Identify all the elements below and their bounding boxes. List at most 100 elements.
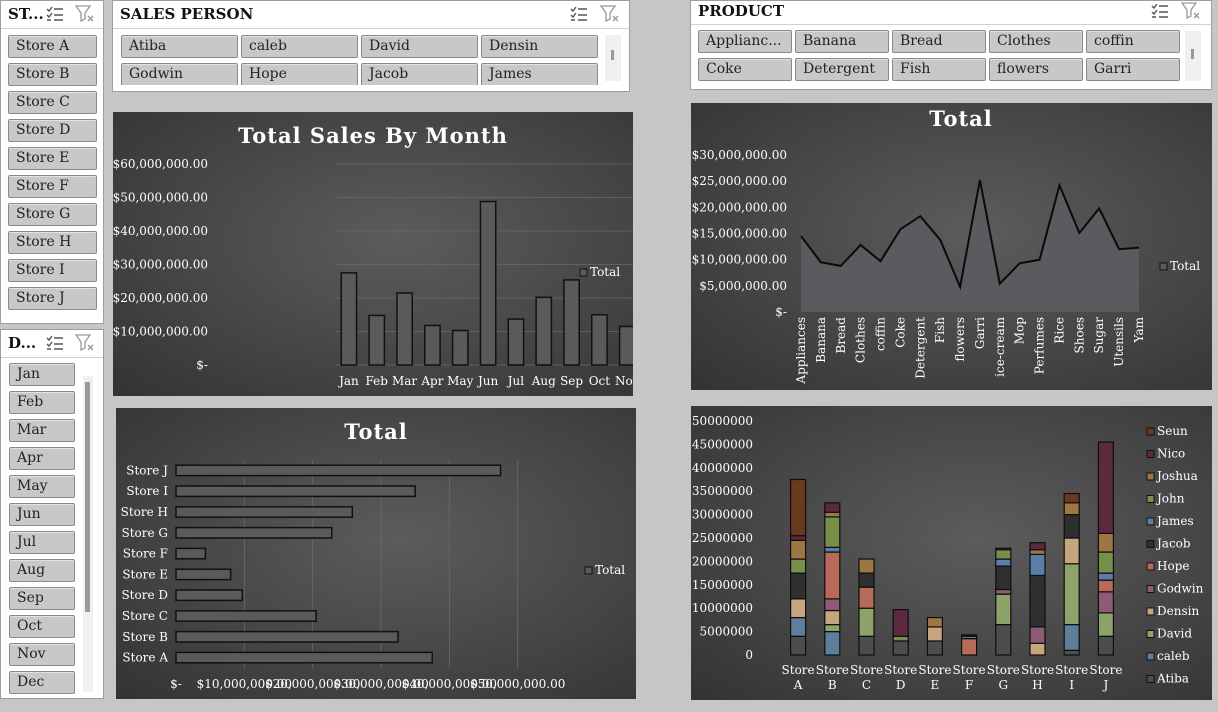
slicer-item-store-d[interactable]: Store D bbox=[8, 119, 97, 142]
slicer-item-oct[interactable]: Oct bbox=[9, 615, 75, 638]
slicer-item-jacob[interactable]: Jacob bbox=[361, 63, 478, 85]
x-tick-label: coffin bbox=[874, 317, 888, 351]
multi-select-icon[interactable] bbox=[45, 5, 65, 23]
store-salesperson-stacked-chart[interactable]: 0 5000000 10000000 15000000 20000000 25000000… bbox=[691, 406, 1212, 700]
x-tick-label: ice-cream bbox=[993, 316, 1007, 376]
slicer-item-james[interactable]: James bbox=[481, 63, 598, 85]
slicer-item-store-e[interactable]: Store E bbox=[8, 147, 97, 170]
stack-segment-densin-store-h bbox=[1029, 642, 1046, 656]
legend-label: John bbox=[1155, 492, 1185, 506]
store-slicer-header: ST... bbox=[1, 1, 103, 29]
clear-filter-icon[interactable] bbox=[1181, 2, 1201, 20]
date-slicer-title: D... bbox=[8, 334, 37, 352]
bar-store-f bbox=[175, 547, 207, 560]
slicer-item-jan[interactable]: Jan bbox=[9, 363, 75, 386]
date-slicer-scrollbar[interactable] bbox=[83, 376, 93, 692]
y-tick-label: $30,000,000.00 bbox=[692, 148, 787, 162]
bar-oct bbox=[591, 314, 608, 366]
legend-label: David bbox=[1157, 627, 1192, 641]
slicer-item-applianc[interactable]: Applianc... bbox=[698, 30, 792, 53]
stack-segment-hope-store-b bbox=[824, 551, 841, 600]
product-slicer-header: PRODUCT bbox=[691, 1, 1211, 25]
slicer-item-david[interactable]: David bbox=[361, 35, 478, 58]
product-scrollbar[interactable] bbox=[1185, 31, 1201, 81]
scrollbar-thumb[interactable] bbox=[611, 50, 614, 60]
slicer-item-fish[interactable]: Fish bbox=[892, 58, 986, 81]
slicer-item-store-f[interactable]: Store F bbox=[8, 175, 97, 198]
slicer-item-jun[interactable]: Jun bbox=[9, 503, 75, 526]
clear-filter-icon[interactable] bbox=[75, 5, 95, 23]
x-tick-label: Store bbox=[1089, 663, 1122, 677]
slicer-item-sep[interactable]: Sep bbox=[9, 587, 75, 610]
stack-segment-atiba-store-a bbox=[789, 635, 807, 656]
y-tick-label: Store B bbox=[122, 630, 168, 644]
slicer-item-store-b[interactable]: Store B bbox=[8, 63, 97, 86]
slicer-item-store-h[interactable]: Store H bbox=[8, 231, 97, 254]
y-tick-label: Store A bbox=[122, 651, 168, 665]
x-tick-label: Perfumes bbox=[1033, 317, 1047, 374]
slicer-item-densin[interactable]: Densin bbox=[481, 35, 598, 58]
stack-segment-densin-store-b bbox=[824, 609, 841, 626]
slicer-item-clothes[interactable]: Clothes bbox=[989, 30, 1083, 53]
scrollbar-thumb[interactable] bbox=[85, 382, 90, 612]
bar-store-d bbox=[175, 589, 244, 602]
x-tick-label: Mar bbox=[392, 374, 417, 388]
y-tick-label: $25,000,000.00 bbox=[692, 174, 787, 188]
slicer-item-bread[interactable]: Bread bbox=[892, 30, 986, 53]
slicer-item-nov[interactable]: Nov bbox=[9, 643, 75, 666]
scrollbar-thumb[interactable] bbox=[1191, 49, 1194, 59]
slicer-item-garri[interactable]: Garri bbox=[1086, 58, 1180, 81]
y-tick-label: 40000000 bbox=[692, 461, 753, 475]
multi-select-icon[interactable] bbox=[45, 334, 65, 352]
legend-swatch bbox=[1146, 652, 1155, 661]
slicer-item-dec[interactable]: Dec bbox=[9, 671, 75, 694]
y-tick-label: $50,000,000.00 bbox=[113, 191, 208, 205]
slicer-item-godwin[interactable]: Godwin bbox=[121, 63, 238, 85]
slicer-item-coke[interactable]: Coke bbox=[698, 58, 792, 81]
legend-swatch bbox=[1146, 630, 1155, 638]
bar-sep bbox=[563, 279, 580, 366]
stack-segment-joshua-store-i bbox=[1063, 502, 1080, 516]
stack-segment-david-store-g bbox=[995, 593, 1012, 626]
x-tick-label: Store bbox=[884, 663, 917, 677]
slicer-item-store-j[interactable]: Store J bbox=[8, 287, 97, 310]
slicer-item-apr[interactable]: Apr bbox=[9, 447, 75, 470]
y-tick-label: $30,000,000.00 bbox=[113, 258, 208, 272]
sales-by-month-chart[interactable]: Total Sales By Month $- $10,000,000.00 $20,… bbox=[113, 112, 633, 396]
sales-by-product-chart[interactable]: Total $- $5,000,000.00 $10,000,000.00 $15,00… bbox=[691, 103, 1212, 390]
sales-person-scrollbar[interactable] bbox=[605, 35, 621, 81]
sales-person-slicer-title: SALES PERSON bbox=[120, 5, 254, 23]
slicer-item-caleb[interactable]: caleb bbox=[241, 35, 358, 58]
slicer-item-flowers[interactable]: flowers bbox=[989, 58, 1083, 81]
x-tick-label: Bread bbox=[834, 317, 848, 354]
bar-apr bbox=[424, 324, 441, 366]
y-tick-label: $40,000,000.00 bbox=[113, 224, 208, 238]
multi-select-icon[interactable] bbox=[569, 5, 589, 23]
store-slicer: ST... Store A Store B Store C Store D Store … bbox=[0, 0, 104, 324]
sales-by-store-chart-svg: Total$- $10,000,000.00$20,000,000.00$30,0… bbox=[121, 419, 626, 691]
multi-select-icon[interactable] bbox=[1150, 2, 1170, 20]
slicer-item-banana[interactable]: Banana bbox=[795, 30, 889, 53]
y-tick-label: $20,000,000.00 bbox=[692, 200, 787, 214]
slicer-item-coffin[interactable]: coffin bbox=[1086, 30, 1180, 53]
slicer-item-detergent[interactable]: Detergent bbox=[795, 58, 889, 81]
slicer-item-aug[interactable]: Aug bbox=[9, 559, 75, 582]
stack-segment-john-store-b bbox=[824, 516, 841, 548]
x-tick-label: A bbox=[793, 678, 803, 692]
slicer-item-may[interactable]: May bbox=[9, 475, 75, 498]
slicer-item-atiba[interactable]: Atiba bbox=[121, 35, 238, 58]
clear-filter-icon[interactable] bbox=[75, 334, 95, 352]
clear-filter-icon[interactable] bbox=[600, 5, 620, 23]
bar-aug bbox=[535, 296, 553, 366]
slicer-item-feb[interactable]: Feb bbox=[9, 391, 75, 414]
slicer-item-store-g[interactable]: Store G bbox=[8, 203, 97, 226]
bar-store-h bbox=[175, 506, 354, 518]
slicer-item-store-c[interactable]: Store C bbox=[8, 91, 97, 114]
sales-by-store-chart[interactable]: Total $- $10,000,000.00 $20,000,000.00 $30,0… bbox=[116, 408, 636, 699]
slicer-item-mar[interactable]: Mar bbox=[9, 419, 75, 442]
slicer-item-hope[interactable]: Hope bbox=[241, 63, 358, 85]
stack-segment-atiba-store-c bbox=[858, 635, 875, 656]
slicer-item-store-a[interactable]: Store A bbox=[8, 35, 97, 58]
slicer-item-store-i[interactable]: Store I bbox=[8, 259, 97, 282]
slicer-item-jul[interactable]: Jul bbox=[9, 531, 75, 554]
